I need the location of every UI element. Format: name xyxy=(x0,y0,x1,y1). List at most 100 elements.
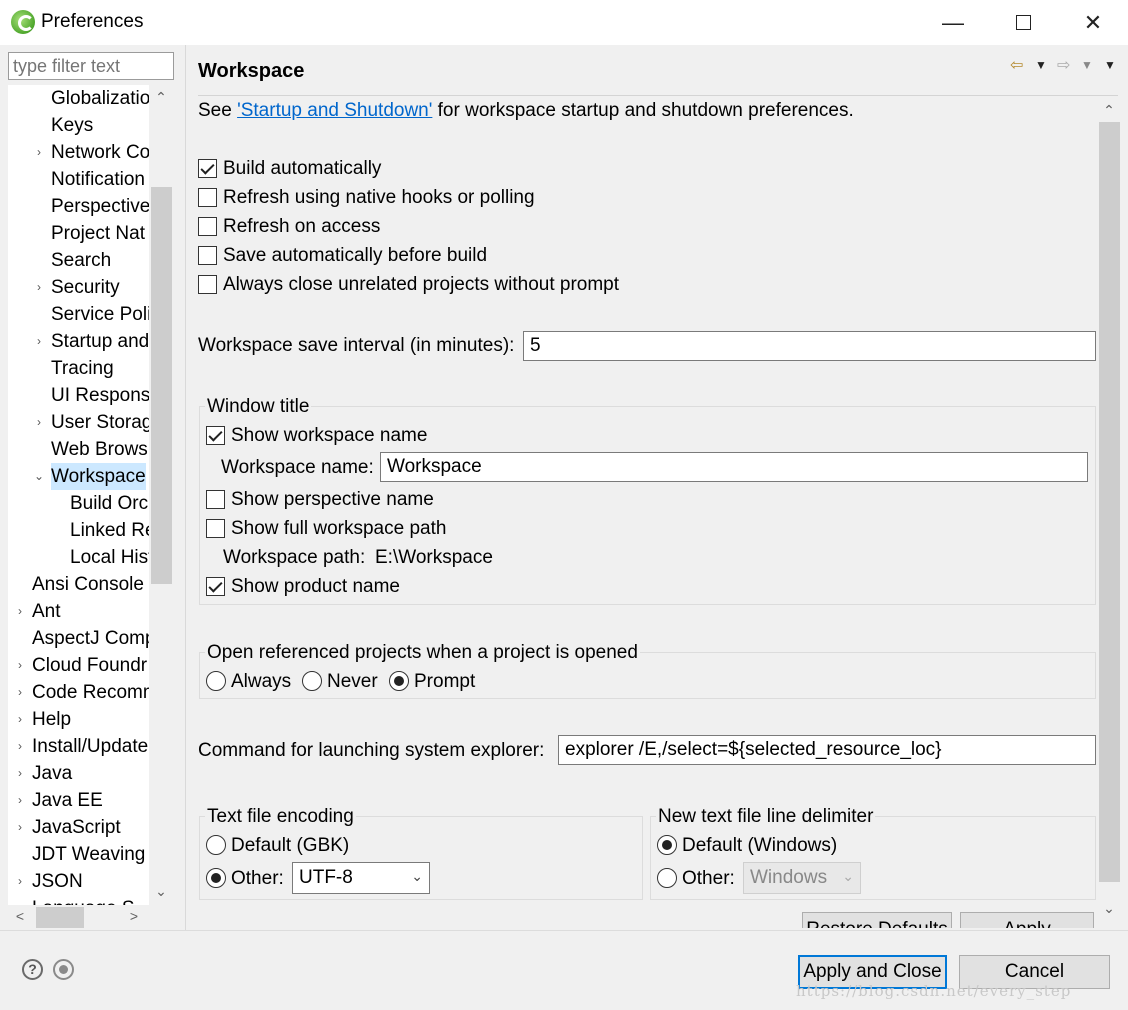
tree-item[interactable]: › Ant xyxy=(8,598,149,625)
tree-item[interactable]: › Code Recomm xyxy=(8,679,149,706)
tree-item[interactable]: › Java EE xyxy=(8,787,149,814)
collapse-chevron-icon[interactable]: › xyxy=(14,740,26,752)
tree-item[interactable]: › User Storag xyxy=(8,409,149,436)
filter-input[interactable] xyxy=(8,52,174,80)
view-menu-chevron-icon[interactable]: ▼ xyxy=(1104,58,1116,72)
help-icon[interactable]: ? xyxy=(22,959,43,980)
collapse-chevron-icon[interactable]: › xyxy=(33,416,45,428)
collapse-chevron-icon[interactable]: › xyxy=(14,767,26,779)
record-macro-icon[interactable] xyxy=(53,959,74,980)
scroll-down-icon[interactable]: ⌄ xyxy=(151,883,171,900)
option-checkbox[interactable] xyxy=(198,246,217,265)
tree-item[interactable]: › Startup and xyxy=(8,328,149,355)
show-perspective-name-checkbox[interactable] xyxy=(206,490,225,509)
encoding-select[interactable]: UTF-8 ⌄ xyxy=(292,862,430,894)
explorer-command-label: Command for launching system explorer: xyxy=(198,740,545,761)
collapse-chevron-icon[interactable]: › xyxy=(14,659,26,671)
tree-item[interactable]: Keys xyxy=(8,112,149,139)
explorer-command-input[interactable]: explorer /E,/select=${selected_resource_… xyxy=(558,735,1096,765)
tree-horizontal-scrollbar[interactable]: < > xyxy=(8,905,174,930)
delimiter-select[interactable]: Windows ⌄ xyxy=(743,862,861,894)
expand-chevron-icon[interactable]: ⌄ xyxy=(33,470,45,482)
scroll-left-icon[interactable]: < xyxy=(10,908,30,924)
scroll-up-icon[interactable]: ⌃ xyxy=(1099,102,1119,119)
tree-item[interactable]: ⌄ Workspace xyxy=(8,463,149,490)
scroll-thumb[interactable] xyxy=(1099,122,1120,882)
tree-item[interactable]: Tracing xyxy=(8,355,149,382)
scroll-up-icon[interactable]: ⌃ xyxy=(151,89,171,106)
tree-item[interactable]: › Cloud Foundr xyxy=(8,652,149,679)
restore-defaults-button[interactable]: Restore Defaults xyxy=(802,912,952,928)
show-product-name-checkbox[interactable] xyxy=(206,577,225,596)
tree-item[interactable]: › JavaScript xyxy=(8,814,149,841)
tree-item[interactable]: Web Brows xyxy=(8,436,149,463)
delimiter-default-radio[interactable] xyxy=(657,835,677,855)
collapse-chevron-icon[interactable]: › xyxy=(33,335,45,347)
apply-button[interactable]: Apply xyxy=(960,912,1094,928)
tree-item[interactable]: › JSON xyxy=(8,868,149,895)
tree-item[interactable]: › Help xyxy=(8,706,149,733)
tree-item[interactable]: › Network Co xyxy=(8,139,149,166)
option-checkbox[interactable] xyxy=(198,188,217,207)
prompt-radio[interactable] xyxy=(389,671,409,691)
tree-item-label: Workspace xyxy=(51,463,146,490)
preference-tree[interactable]: Globalizatio Keys › Network Co Notification P… xyxy=(8,85,149,905)
tree-item[interactable]: Build Orc xyxy=(8,490,149,517)
tree-item[interactable]: Linked Re xyxy=(8,517,149,544)
encoding-other-radio[interactable] xyxy=(206,868,226,888)
tree-item[interactable]: ›Language S xyxy=(8,895,149,905)
tree-vertical-scrollbar[interactable]: ⌃ ⌄ xyxy=(149,85,174,905)
collapse-chevron-icon[interactable]: › xyxy=(14,794,26,806)
option-checkbox[interactable] xyxy=(198,275,217,294)
encoding-other-label: Other: xyxy=(231,868,284,889)
tree-item[interactable]: › Security xyxy=(8,274,149,301)
collapse-chevron-icon[interactable]: › xyxy=(14,686,26,698)
tree-item[interactable]: JDT Weaving xyxy=(8,841,149,868)
tree-item[interactable]: Globalizatio xyxy=(8,85,149,112)
tree-item[interactable]: AspectJ Comp xyxy=(8,625,149,652)
back-menu-chevron-icon[interactable]: ▼ xyxy=(1035,58,1047,72)
save-interval-input[interactable]: 5 xyxy=(523,331,1096,361)
option-checkbox[interactable] xyxy=(198,159,217,178)
tree-item[interactable]: Service Poli xyxy=(8,301,149,328)
tree-item[interactable]: UI Responsi xyxy=(8,382,149,409)
never-radio[interactable] xyxy=(302,671,322,691)
scroll-right-icon[interactable]: > xyxy=(124,908,144,924)
page-vertical-scrollbar[interactable]: ⌃ ⌄ xyxy=(1097,100,1122,925)
always-radio[interactable] xyxy=(206,671,226,691)
tree-item[interactable]: › Install/Update xyxy=(8,733,149,760)
scroll-thumb[interactable] xyxy=(151,187,172,584)
tree-item[interactable]: › Java xyxy=(8,760,149,787)
tree-item[interactable]: Notification xyxy=(8,166,149,193)
workspace-name-input[interactable]: Workspace xyxy=(380,452,1088,482)
tree-item[interactable]: Search xyxy=(8,247,149,274)
scroll-thumb[interactable] xyxy=(36,907,84,928)
tree-item[interactable]: Perspective xyxy=(8,193,149,220)
collapse-chevron-icon[interactable]: › xyxy=(14,821,26,833)
collapse-chevron-icon[interactable]: › xyxy=(33,146,45,158)
encoding-default-radio[interactable] xyxy=(206,835,226,855)
close-button[interactable]: ✕ xyxy=(1058,0,1128,45)
minimize-button[interactable]: — xyxy=(918,0,988,45)
maximize-button[interactable] xyxy=(988,0,1058,45)
tree-item-label: Java xyxy=(32,763,73,784)
forward-menu-chevron-icon[interactable]: ▼ xyxy=(1081,58,1093,72)
delimiter-other-radio[interactable] xyxy=(657,868,677,888)
tree-item[interactable]: Project Nat xyxy=(8,220,149,247)
collapse-chevron-icon[interactable]: › xyxy=(14,605,26,617)
startup-shutdown-link[interactable]: 'Startup and Shutdown' xyxy=(237,100,432,121)
collapse-chevron-icon[interactable]: › xyxy=(14,713,26,725)
scroll-down-icon[interactable]: ⌄ xyxy=(1099,900,1119,917)
collapse-chevron-icon[interactable]: › xyxy=(14,875,26,887)
tree-item-label: Local Hist xyxy=(70,547,149,568)
show-full-path-checkbox[interactable] xyxy=(206,519,225,538)
option-checkbox[interactable] xyxy=(198,217,217,236)
collapse-chevron-icon[interactable]: › xyxy=(33,281,45,293)
tree-item-label: Ant xyxy=(32,601,61,622)
show-workspace-name-checkbox[interactable] xyxy=(206,426,225,445)
back-arrow-icon[interactable]: ⇦ xyxy=(1010,55,1023,75)
forward-arrow-icon[interactable]: ⇨ xyxy=(1057,55,1070,75)
tree-item[interactable]: Ansi Console xyxy=(8,571,149,598)
show-perspective-name-label: Show perspective name xyxy=(231,489,434,510)
tree-item[interactable]: Local Hist xyxy=(8,544,149,571)
